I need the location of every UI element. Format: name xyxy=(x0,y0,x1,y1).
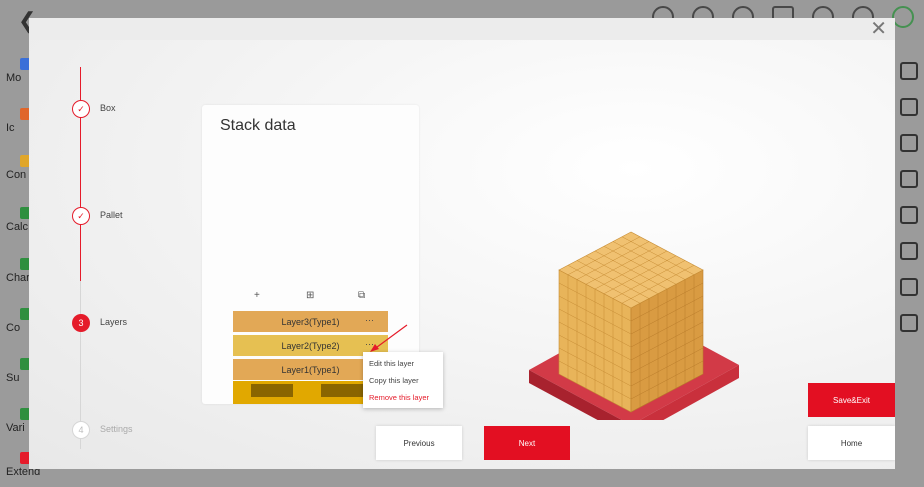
dialog-body: ✓ Box ✓ Pallet 3 Layers 4 Settings Stack… xyxy=(29,40,895,469)
copy-layer-menu-item[interactable]: Copy this layer xyxy=(369,376,419,385)
add-layer-icon[interactable]: + xyxy=(254,290,260,301)
layer-row[interactable]: Layer3(Type1) ··· xyxy=(233,311,388,332)
edit-layer-menu-item[interactable]: Edit this layer xyxy=(369,359,414,368)
step-layers-number[interactable]: 3 xyxy=(72,314,90,332)
grid-icon[interactable]: ⊞ xyxy=(306,290,314,301)
palletizing-wizard-dialog: ✕ ✓ Box ✓ Pallet 3 Layers 4 Settings Sta… xyxy=(29,18,895,469)
step-pallet-label[interactable]: Pallet xyxy=(100,210,123,220)
background-right-toolbar xyxy=(894,40,924,487)
pin-icon xyxy=(900,278,918,296)
layer-label: Layer1(Type1) xyxy=(281,364,340,375)
pallet-slot xyxy=(251,384,293,397)
export-icon xyxy=(900,134,918,152)
home-button[interactable]: Home xyxy=(808,426,895,460)
add-icon xyxy=(900,62,918,80)
layer-label: Layer2(Type2) xyxy=(281,340,340,351)
step-layers-label[interactable]: Layers xyxy=(100,317,127,327)
save-icon xyxy=(900,98,918,116)
step-box-check-icon[interactable]: ✓ xyxy=(72,100,90,118)
edit-icon xyxy=(900,206,918,224)
panel-title: Stack data xyxy=(220,117,296,134)
remove-layer-menu-item[interactable]: Remove this layer xyxy=(369,393,429,402)
dialog-header: ✕ xyxy=(29,18,895,40)
pallet-slot xyxy=(321,384,363,397)
step-pallet-check-icon[interactable]: ✓ xyxy=(72,207,90,225)
step-settings-label: Settings xyxy=(100,424,133,434)
previous-button[interactable]: Previous xyxy=(376,426,462,460)
close-icon[interactable]: ✕ xyxy=(870,19,887,39)
step-settings-number: 4 xyxy=(72,421,90,439)
layer-label: Layer3(Type1) xyxy=(281,316,340,327)
network-icon xyxy=(892,6,914,28)
stack-3d-preview xyxy=(529,231,739,420)
variable-icon xyxy=(900,314,918,332)
step-box-label[interactable]: Box xyxy=(100,103,116,113)
view-icon xyxy=(900,242,918,260)
next-button[interactable]: Next xyxy=(484,426,570,460)
copy-icon[interactable]: ⧉ xyxy=(358,290,365,301)
background-bottom-bar xyxy=(58,468,894,487)
folder-icon xyxy=(900,170,918,188)
layer-context-menu: Edit this layer Copy this layer Remove t… xyxy=(363,352,443,408)
save-exit-button[interactable]: Save&Exit xyxy=(808,383,895,417)
